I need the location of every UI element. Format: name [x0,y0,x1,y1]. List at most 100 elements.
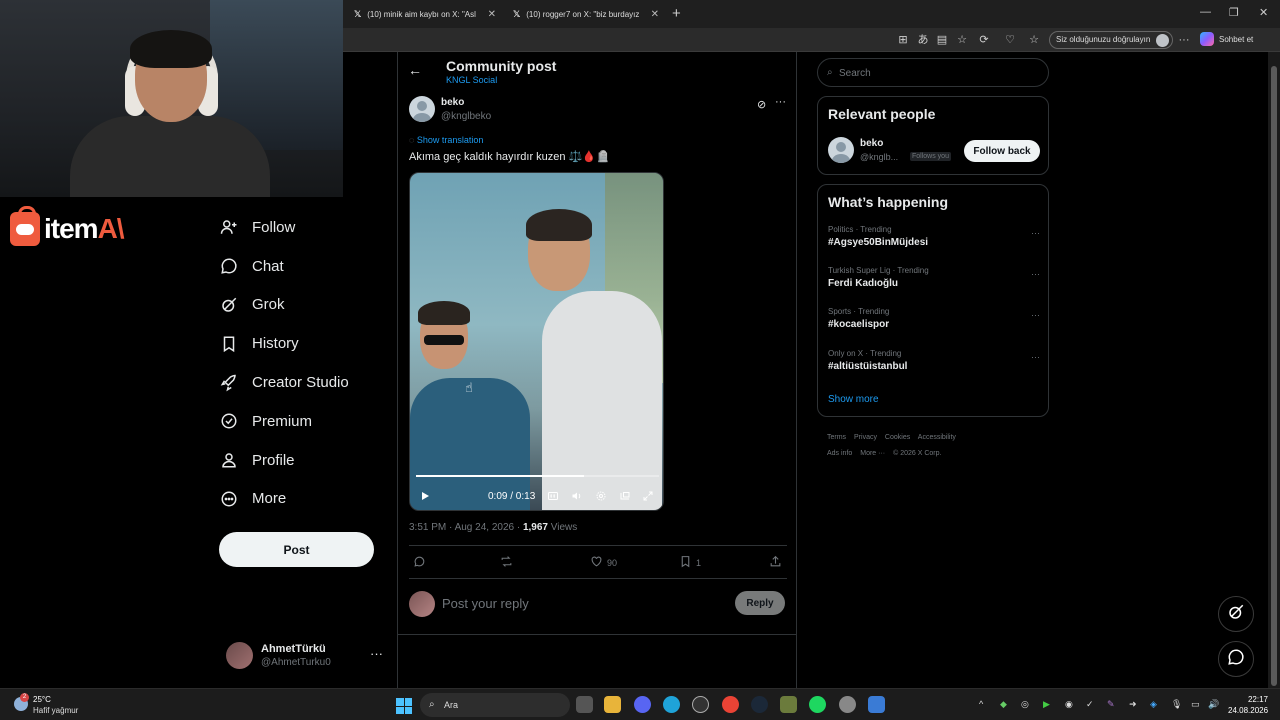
reader-icon[interactable]: ▤ [935,33,949,47]
reply-input[interactable] [442,593,722,613]
app-available-icon[interactable]: ⊞ [896,33,910,47]
grok-explain-icon[interactable]: ⊘ [757,98,766,111]
discord-icon[interactable] [634,696,651,713]
favorite-star-icon[interactable]: ☆ [955,33,969,47]
settings-menu-icon[interactable]: ··· [1177,33,1191,47]
trend-more-icon[interactable]: ··· [1031,269,1040,279]
nav-item-more[interactable]: More [219,480,349,519]
app-icon[interactable] [692,696,709,713]
tray-app-icon[interactable]: ✓ [1086,699,1094,710]
avatar[interactable] [828,137,854,163]
tray-app-icon[interactable]: ▶ [1043,699,1050,710]
tray-app-icon[interactable]: ✎ [1107,699,1115,710]
footer-link[interactable]: Terms [827,434,846,441]
settings-gear-icon[interactable] [595,487,607,505]
app-icon[interactable] [868,696,885,713]
repost-icon[interactable] [500,555,513,568]
person-name[interactable]: beko [860,138,883,149]
close-tab-icon[interactable]: ✕ [651,9,659,20]
messages-fab-button[interactable] [1218,641,1254,677]
footer-link[interactable]: Privacy [854,434,877,441]
show-more-link[interactable]: Show more [828,394,879,405]
trend-item[interactable]: Politics · Trending #Agsye50BinMüjdesi ·… [828,225,1040,259]
follow-back-button[interactable]: Follow back [964,140,1040,162]
browser-tab-1[interactable]: 𝕏 (10) minik aim kaybı on X: "Aslan a ✕ [346,4,504,24]
network-icon[interactable]: ▭ [1191,699,1200,710]
trend-more-icon[interactable]: ··· [1031,310,1040,320]
extensions-icon[interactable]: ⟳ [977,33,991,47]
captions-icon[interactable] [547,487,559,505]
fullscreen-icon[interactable] [642,487,654,505]
trend-item[interactable]: Sports · Trending #kocaelispor ··· [828,307,1040,341]
reply-icon[interactable] [413,555,426,568]
post-button[interactable]: Post [219,532,374,567]
nav-item-history[interactable]: History [219,324,349,363]
footer-link[interactable]: Accessibility [918,434,956,441]
task-view-icon[interactable] [576,696,593,713]
minimize-icon[interactable]: — [1200,6,1211,18]
translate-icon[interactable]: あ [916,33,930,47]
video-progress-bar[interactable] [416,475,659,477]
close-tab-icon[interactable]: ✕ [488,9,496,20]
headset-icon[interactable]: ◎ [1021,699,1029,710]
account-switcher[interactable]: AhmetTürkü @AhmetTurku0 ··· [226,640,386,672]
search-input[interactable] [839,65,1039,81]
grok-fab-button[interactable] [1218,596,1254,632]
spotify-icon[interactable] [809,696,826,713]
share-icon[interactable] [769,555,782,568]
file-explorer-icon[interactable] [604,696,621,713]
app-icon[interactable] [780,696,797,713]
post-more-icon[interactable]: ··· [775,96,786,108]
trend-more-icon[interactable]: ··· [1031,228,1040,238]
author-avatar[interactable] [409,96,435,122]
footer-link[interactable]: Ads info [827,450,852,457]
edge-icon[interactable] [663,696,680,713]
close-window-icon[interactable]: ✕ [1259,6,1268,19]
windows-start-icon[interactable] [396,698,412,714]
nav-item-chat[interactable]: Chat [219,247,349,286]
speaker-icon[interactable]: 🔊 [1208,699,1219,710]
system-clock[interactable]: 22:17 24.08.2026 [1228,694,1268,716]
tray-app-icon[interactable]: ➜ [1129,699,1137,710]
nav-item-follow[interactable]: Follow [219,208,349,247]
restore-icon[interactable]: ❐ [1229,6,1239,19]
community-link[interactable]: KNGL Social [446,75,497,85]
trend-item[interactable]: Turkish Super Lig · Trending Ferdi Kadıo… [828,266,1040,300]
taskbar-search[interactable]: ⌕ Ara [420,693,570,717]
bookmark-button[interactable]: 1 [679,555,701,570]
show-translation-link[interactable]: ◌ Show translation [409,135,483,145]
author-name[interactable]: beko [441,97,464,108]
back-arrow-icon[interactable]: ← [408,62,422,78]
steam-icon[interactable] [751,696,768,713]
browser-tab-2[interactable]: 𝕏 (10) rogger7 on X: "biz burdayız w ✕ [505,4,667,24]
verify-identity-button[interactable]: Siz olduğunuzu doğrulayın [1049,31,1174,49]
play-icon[interactable] [419,487,431,505]
search-box[interactable]: ⌕ [817,58,1049,87]
nav-item-creator-studio[interactable]: Creator Studio [219,363,349,402]
chrome-icon[interactable] [722,696,739,713]
app-icon[interactable] [839,696,856,713]
volume-icon[interactable] [571,487,583,505]
nav-item-premium[interactable]: Premium [219,402,349,441]
copilot-chat-button[interactable]: Sohbet et [1200,32,1253,46]
nav-item-profile[interactable]: Profile [219,441,349,480]
author-handle[interactable]: @knglbeko [441,111,491,122]
microphone-icon[interactable]: 🎙 [1171,699,1182,710]
trend-more-icon[interactable]: ··· [1031,352,1040,362]
scrollbar[interactable] [1268,52,1280,688]
video-player[interactable]: ☝ 0:09 / 0:13 [409,172,664,511]
collections-icon[interactable]: ☆ [1027,33,1041,47]
scrollbar-thumb[interactable] [1271,66,1277,686]
nav-item-grok[interactable]: Grok [219,286,349,325]
tray-chevron-icon[interactable]: ^ [979,699,983,709]
like-button[interactable]: 90 [590,555,617,570]
new-tab-icon[interactable]: + [672,5,681,22]
dock-icon[interactable] [619,487,631,505]
footer-link[interactable]: More ··· [860,450,885,457]
tray-app-icon[interactable]: ◉ [1065,699,1073,710]
performance-icon[interactable]: ♡ [1003,33,1017,47]
reply-button[interactable]: Reply [735,591,785,615]
account-more-icon[interactable]: ··· [370,646,383,661]
tray-app-icon[interactable]: ◆ [1000,699,1007,710]
trend-item[interactable]: Only on X · Trending #altiüstüistanbul ·… [828,349,1040,383]
